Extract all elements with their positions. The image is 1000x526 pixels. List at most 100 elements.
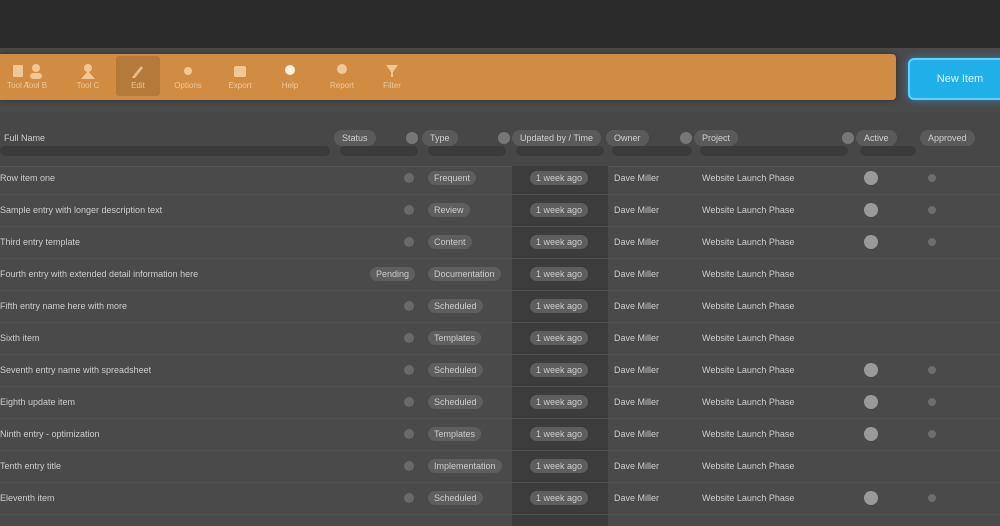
settings-icon bbox=[179, 63, 197, 79]
user-icon bbox=[27, 63, 45, 79]
cell-name: Third entry template bbox=[0, 237, 81, 247]
filter-input-project[interactable] bbox=[700, 146, 848, 156]
flag-b-indicator bbox=[928, 174, 936, 182]
toolbar-tool-label: Tool C bbox=[76, 80, 100, 90]
toolbar-tool-8[interactable]: Filter bbox=[370, 56, 414, 96]
cell-updated: 1 week ago bbox=[530, 459, 589, 473]
pencil-icon bbox=[129, 63, 147, 79]
flag-b-indicator bbox=[928, 238, 936, 246]
cell-type: Scheduled bbox=[428, 299, 483, 313]
flag-a-indicator bbox=[864, 203, 878, 217]
table-row[interactable]: Row item one Frequent 1 week ago Dave Mille… bbox=[0, 162, 1000, 195]
cell-owner: Dave Miller bbox=[614, 397, 660, 407]
column-header-updated[interactable]: Updated by / Time bbox=[512, 130, 602, 146]
cell-owner: Dave Miller bbox=[614, 333, 660, 343]
table-row[interactable]: Eighth update item Scheduled 1 week ago Dav… bbox=[0, 386, 1000, 419]
funnel-icon bbox=[383, 63, 401, 79]
table-row[interactable]: Eleventh item Scheduled 1 week ago Dave Mil… bbox=[0, 482, 1000, 515]
cell-project: Website Launch Phase bbox=[702, 365, 795, 375]
cell-updated: 1 week ago bbox=[530, 331, 589, 345]
cell-project: Website Launch Phase bbox=[702, 205, 795, 215]
sort-icon[interactable] bbox=[842, 132, 854, 144]
toolbar-tool-1[interactable]: Tool B bbox=[14, 56, 58, 96]
sort-icon[interactable] bbox=[406, 132, 418, 144]
table-row[interactable]: Seventh entry name with spreadsheet Sched… bbox=[0, 354, 1000, 387]
cell-status: Pending bbox=[370, 267, 416, 281]
status-dot bbox=[404, 301, 414, 311]
table-row[interactable]: Sixth item Templates 1 week ago Dave Miller… bbox=[0, 322, 1000, 355]
toolbar-tool-4[interactable]: Options bbox=[166, 56, 210, 96]
cell-owner: Dave Miller bbox=[614, 237, 660, 247]
flag-a-indicator bbox=[864, 395, 878, 409]
bulb-icon bbox=[281, 63, 299, 79]
cell-owner: Dave Miller bbox=[614, 205, 660, 215]
status-dot bbox=[404, 173, 414, 183]
toolbar-tool-label: Export bbox=[228, 80, 252, 90]
cell-owner: Dave Miller bbox=[614, 429, 660, 439]
column-header-status[interactable]: Status bbox=[334, 130, 376, 146]
cell-name: Eleventh item bbox=[0, 493, 55, 503]
filter-input-status[interactable] bbox=[340, 146, 418, 156]
group-icon bbox=[79, 63, 97, 79]
status-dot bbox=[404, 333, 414, 343]
flag-a-indicator bbox=[864, 363, 878, 377]
toolbar-tool-2[interactable]: Tool C bbox=[66, 56, 110, 96]
flag-a-indicator bbox=[864, 235, 878, 249]
cell-type: Scheduled bbox=[428, 363, 483, 377]
cell-project: Website Launch Phase bbox=[702, 237, 795, 247]
cell-name: Fifth entry name here with more bbox=[0, 301, 128, 311]
toolbar-tool-5[interactable]: Export bbox=[218, 56, 262, 96]
window-top-bar bbox=[0, 0, 1000, 48]
column-header-project[interactable]: Project bbox=[694, 130, 739, 146]
filter-input-name[interactable] bbox=[0, 146, 330, 156]
cell-owner: Dave Miller bbox=[614, 461, 660, 471]
cell-project: Website Launch Phase bbox=[702, 301, 795, 311]
primary-action-button[interactable]: New Item bbox=[908, 58, 1000, 100]
flag-b-indicator bbox=[928, 398, 936, 406]
table-row[interactable]: Ninth entry - optimization Templates 1 wee… bbox=[0, 418, 1000, 451]
status-dot bbox=[404, 493, 414, 503]
cell-updated: 1 week ago bbox=[530, 171, 589, 185]
flag-b-indicator bbox=[928, 494, 936, 502]
cell-owner: Dave Miller bbox=[614, 301, 660, 311]
cell-name: Fourth entry with extended detail inform… bbox=[0, 269, 199, 279]
cell-name: Tenth entry title bbox=[0, 461, 62, 471]
toolbar-tool-3[interactable]: Edit bbox=[116, 56, 160, 96]
filter-input-flag-a[interactable] bbox=[860, 146, 916, 156]
table-row[interactable]: Third entry template Content 1 week ago Dav… bbox=[0, 226, 1000, 259]
sort-icon[interactable] bbox=[498, 132, 510, 144]
status-dot bbox=[404, 205, 414, 215]
table-row[interactable]: Fifth entry name here with more Scheduled… bbox=[0, 290, 1000, 323]
status-dot bbox=[404, 365, 414, 375]
column-header-type[interactable]: Type bbox=[422, 130, 458, 146]
table-row[interactable]: Fourth entry with extended detail inform… bbox=[0, 258, 1000, 291]
flag-b-indicator bbox=[928, 206, 936, 214]
filter-input-updated[interactable] bbox=[516, 146, 604, 156]
cell-type: Review bbox=[428, 203, 470, 217]
table-row[interactable]: Sample entry with longer description tex… bbox=[0, 194, 1000, 227]
filter-input-owner[interactable] bbox=[612, 146, 692, 156]
column-header-flag-b[interactable]: Approved bbox=[920, 130, 975, 146]
column-header-owner[interactable]: Owner bbox=[606, 130, 649, 146]
column-header-name[interactable]: Full Name bbox=[0, 130, 53, 146]
cell-name: Eighth update item bbox=[0, 397, 76, 407]
sort-icon[interactable] bbox=[680, 132, 692, 144]
cell-type: Templates bbox=[428, 331, 482, 345]
table-row[interactable]: Tenth entry title Implementation 1 week ag… bbox=[0, 450, 1000, 483]
filter-input-type[interactable] bbox=[428, 146, 506, 156]
cell-type: Scheduled bbox=[428, 395, 483, 409]
cell-project: Website Launch Phase bbox=[702, 173, 795, 183]
toolbar-tool-7[interactable]: Report bbox=[320, 56, 364, 96]
column-header-flag-a[interactable]: Active bbox=[856, 130, 897, 146]
cell-type: Documentation bbox=[428, 267, 501, 281]
cell-name: Sixth item bbox=[0, 333, 40, 343]
toolbar-tool-label: Options bbox=[174, 80, 202, 90]
status-dot bbox=[404, 461, 414, 471]
cell-project: Website Launch Phase bbox=[702, 269, 795, 279]
toolbar-tool-label: Edit bbox=[131, 80, 145, 90]
cell-type: Scheduled bbox=[428, 491, 483, 505]
status-dot bbox=[404, 429, 414, 439]
cell-updated: 1 week ago bbox=[530, 491, 589, 505]
toolbar-tool-6[interactable]: Help bbox=[268, 56, 312, 96]
toolbar-tool-label: Filter bbox=[383, 80, 401, 90]
